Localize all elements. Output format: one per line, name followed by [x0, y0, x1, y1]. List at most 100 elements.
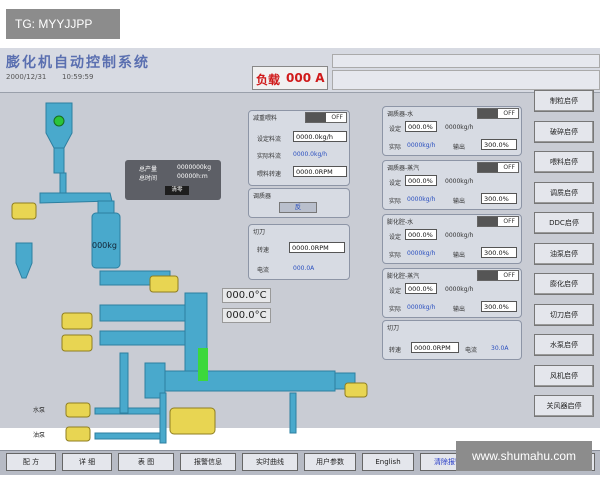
site-watermark: www.shumahu.com	[456, 441, 592, 471]
conditioner-motor-2	[61, 312, 93, 330]
flow-panel-title: 膨化腔-蒸汽	[387, 273, 420, 280]
flow-actual-value: 0000kg/h	[407, 304, 436, 311]
side-button[interactable]: 风机启停	[534, 364, 594, 387]
side-button[interactable]: 油泵启停	[534, 242, 594, 265]
flow-panel-title: 调质器-水	[387, 111, 414, 118]
bottom-button[interactable]: 实时曲线	[242, 453, 298, 471]
flow-panel-title: 膨化腔-水	[387, 219, 414, 226]
side-button[interactable]: 水泵启停	[534, 334, 594, 356]
side-button[interactable]: 关风器启停	[534, 395, 594, 417]
side-button[interactable]: 破碎启停	[534, 120, 594, 143]
side-button[interactable]: 调质启停	[534, 181, 594, 204]
flow-actual-label: 实际	[389, 306, 402, 313]
flow-set-input[interactable]: 000.0%	[405, 229, 437, 240]
main-motor	[169, 407, 216, 435]
bottom-button[interactable]: 配 方	[6, 453, 56, 471]
temp-readout-2: 000.0°C	[222, 308, 271, 323]
extruder-cutter-current-value: 30.0A	[491, 345, 509, 352]
flow-switch[interactable]: OFF	[477, 108, 519, 119]
bottom-button[interactable]: 用户参数	[304, 453, 356, 471]
conditioner-panel: 调质器 反	[248, 188, 350, 218]
flow-switch[interactable]: OFF	[477, 270, 519, 281]
flow-output-input[interactable]: 300.0%	[481, 139, 517, 150]
cutter-title: 切刀	[253, 229, 266, 236]
date-readout: 2000/12/31	[6, 73, 47, 81]
conditioner-title: 调质器	[253, 193, 272, 200]
conditioner-motor-3	[61, 334, 93, 352]
cutter-motor	[344, 382, 368, 398]
hopper-status-light	[53, 115, 65, 127]
flow-set-label: 设定	[389, 180, 402, 187]
temp-readout-1: 000.0°C	[222, 288, 271, 303]
flow-panel: 膨化腔-水 OFF 设定 000.0% 0000kg/h 实际 0000kg/h…	[382, 214, 522, 264]
flow-output-label: 输出	[453, 198, 466, 205]
cutter-panel: 切刀 转速 0000.0RPM 电流 000.0A	[248, 224, 350, 280]
production-stats: 总产量 0000000kg 总时间 00000h:m 清零	[125, 160, 221, 200]
feed-speed-input[interactable]: 0000.0RPM	[293, 166, 347, 177]
output-label: 总产量	[139, 166, 158, 173]
conditioner-2	[99, 304, 191, 322]
reset-button[interactable]: 清零	[165, 186, 189, 195]
flow-output-label: 输出	[453, 306, 466, 313]
feed-set-label: 设定料流	[257, 136, 282, 143]
flow-panel: 调质器-蒸汽 OFF 设定 000.0% 0000kg/h 实际 0000kg/…	[382, 160, 522, 210]
conditioner-motor-1	[149, 275, 179, 293]
flow-set-label: 设定	[389, 234, 402, 241]
extruder-cutter-speed-label: 转速	[389, 347, 402, 354]
bottom-button[interactable]: 详 细	[62, 453, 112, 471]
feed-speed-label: 喂料转速	[257, 171, 282, 178]
cutter-speed-label: 转速	[257, 247, 270, 254]
side-button[interactable]: DDC启停	[534, 212, 594, 234]
extruder-cutter-title: 切刀	[387, 325, 400, 332]
hmi-screen: 膨化机自动控制系统 2000/12/31 10:59:59 负载 000 A 0…	[0, 48, 600, 475]
flow-set-label: 设定	[389, 288, 402, 295]
extruder-cutter-panel: 切刀 转速 0000.0RPM 电流 30.0A	[382, 320, 522, 360]
hopper-neck	[53, 147, 65, 174]
status-strip	[332, 54, 600, 68]
watermark-tag: TG: MYYJJPP	[6, 9, 120, 39]
flow-output-label: 输出	[453, 252, 466, 259]
load-display: 负载 000 A	[252, 66, 328, 90]
side-button[interactable]: 膨化启停	[534, 273, 594, 295]
flow-output-input[interactable]: 300.0%	[481, 301, 517, 312]
flow-set-rate: 0000kg/h	[445, 124, 474, 131]
flow-switch[interactable]: OFF	[477, 162, 519, 173]
status-strip-secondary	[332, 70, 600, 90]
flow-actual-label: 实际	[389, 198, 402, 205]
load-label: 负载	[256, 73, 281, 87]
flow-actual-value: 0000kg/h	[407, 196, 436, 203]
output-value: 0000000kg	[177, 164, 212, 171]
feed-actual-value: 0000.0kg/h	[293, 151, 328, 158]
bottom-button[interactable]: 报警信息	[180, 453, 236, 471]
side-button[interactable]: 制粒启停	[534, 90, 594, 112]
flow-panel: 调质器-水 OFF 设定 000.0% 0000kg/h 实际 0000kg/h…	[382, 106, 522, 156]
steam-indicator	[198, 348, 208, 381]
flow-output-input[interactable]: 300.0%	[481, 247, 517, 258]
flow-set-input[interactable]: 000.0%	[405, 175, 437, 186]
feed-set-input[interactable]: 0000.0kg/h	[293, 131, 347, 142]
flow-set-input[interactable]: 000.0%	[405, 121, 437, 132]
side-button[interactable]: 切刀启停	[534, 303, 594, 326]
bottom-button[interactable]: English	[362, 453, 414, 471]
conditioner-direction-button[interactable]: 反	[279, 202, 317, 213]
bottom-button[interactable]: 表 图	[118, 453, 174, 471]
flow-actual-label: 实际	[389, 144, 402, 151]
extruder-cutter-current-label: 电流	[465, 347, 478, 354]
side-button[interactable]: 喂料启停	[534, 151, 594, 173]
feed-switch[interactable]: OFF	[305, 112, 347, 123]
flow-actual-value: 0000kg/h	[407, 142, 436, 149]
oil-pump-label: 油泵	[33, 432, 46, 439]
water-pump-label: 水泵	[33, 407, 46, 414]
flow-panel: 膨化腔-蒸汽 OFF 设定 000.0% 0000kg/h 实际 0000kg/…	[382, 268, 522, 318]
bin-weight: 000kg	[92, 241, 117, 250]
flow-output-input[interactable]: 300.0%	[481, 193, 517, 204]
oil-pump-motor	[65, 426, 91, 442]
title-bar: 膨化机自动控制系统 2000/12/31 10:59:59 负载 000 A	[0, 48, 600, 93]
feed-panel: 减重喂料 OFF 设定料流 0000.0kg/h 实际料流 0000.0kg/h…	[248, 110, 350, 186]
flow-switch[interactable]: OFF	[477, 216, 519, 227]
cutter-current-value: 000.0A	[293, 265, 315, 272]
cutter-speed-input[interactable]: 0000.0RPM	[289, 242, 345, 253]
feeder-motor	[11, 202, 37, 220]
extruder-cutter-speed-input[interactable]: 0000.0RPM	[411, 342, 459, 353]
flow-set-input[interactable]: 000.0%	[405, 283, 437, 294]
